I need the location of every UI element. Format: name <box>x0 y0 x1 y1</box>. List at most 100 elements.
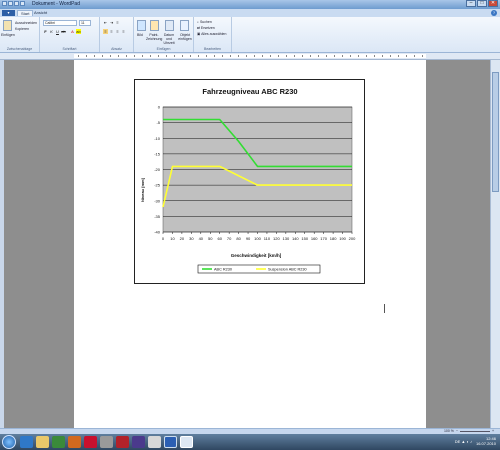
minimize-button[interactable]: – <box>466 0 476 7</box>
start-button[interactable] <box>2 435 16 449</box>
insert-object-button[interactable]: Objekt einfügen <box>177 33 193 41</box>
cut-button[interactable]: Ausschneiden <box>15 21 37 25</box>
ruler-tick <box>398 55 399 57</box>
ruler-tick <box>166 55 167 57</box>
insert-paint-button[interactable]: Paint-Zeichnung <box>146 33 162 41</box>
x-tick-label: 30 <box>189 236 194 241</box>
x-tick-label: 150 <box>301 236 308 241</box>
x-tick-label: 80 <box>236 236 241 241</box>
ruler-tick <box>174 55 175 57</box>
media-icon[interactable] <box>52 436 65 448</box>
help-icon[interactable]: ? <box>491 10 497 16</box>
font-color-icon[interactable]: A <box>70 29 75 34</box>
taskbar: DE ▲ ◐ ♪ 12:46 16.07.2010 <box>0 434 500 450</box>
group-label-clipboard: Zwischenablage <box>6 47 33 51</box>
app-menu-button[interactable]: ▾ <box>2 10 15 16</box>
app-icon-red[interactable] <box>116 436 129 448</box>
ruler-tick <box>126 55 127 57</box>
picture-icon[interactable] <box>137 20 146 31</box>
insert-picture-button[interactable]: Bild <box>137 33 143 37</box>
tab-ansicht[interactable]: Ansicht <box>31 10 50 16</box>
align-left-icon[interactable]: ≡ <box>103 29 108 34</box>
insert-datetime-button[interactable]: Datum und Uhrzeit <box>161 33 177 45</box>
ruler-tick <box>302 55 303 57</box>
wordpad-icon[interactable] <box>180 436 193 448</box>
indent-increase-icon[interactable]: ⇥ <box>109 20 114 25</box>
zoom-slider[interactable] <box>459 431 490 432</box>
justify-icon[interactable]: ≡ <box>121 29 126 34</box>
x-tick-label: 100 <box>254 236 261 241</box>
clock[interactable]: 12:46 16.07.2010 <box>476 436 496 446</box>
language-indicator[interactable]: DE <box>455 439 461 444</box>
font-family-select[interactable]: Calibri <box>43 20 77 26</box>
ruler-tick <box>414 55 415 57</box>
save-icon[interactable] <box>8 1 13 6</box>
acrobat-icon[interactable] <box>84 436 97 448</box>
find-label: Suchen <box>199 20 212 24</box>
bold-icon[interactable]: F <box>43 29 48 34</box>
close-button[interactable]: ✕ <box>488 0 498 7</box>
ruler-tick <box>158 55 159 57</box>
explorer-icon[interactable] <box>36 436 49 448</box>
y-tick-label: -35 <box>154 214 161 219</box>
firefox-icon[interactable] <box>68 436 81 448</box>
ruler-tick <box>390 55 391 57</box>
app-icon <box>2 1 7 6</box>
ie-icon[interactable] <box>20 436 33 448</box>
group-insert: Bild Paint-Zeichnung Datum und Uhrzeit O… <box>134 17 194 52</box>
group-label-paragraph: Absatz <box>111 47 122 51</box>
ruler[interactable] <box>0 53 500 60</box>
group-label-editing: Bearbeiten <box>204 47 221 51</box>
align-center-icon[interactable]: ≡ <box>109 29 114 34</box>
replace-button[interactable]: ⇄ Ersetzen <box>197 26 215 30</box>
chart-ylabel: Niveau [mm] <box>140 177 145 202</box>
italic-icon[interactable]: K <box>49 29 54 34</box>
ruler-tick <box>318 55 319 57</box>
paste-button[interactable]: Einfügen <box>1 33 15 37</box>
plot-area: 0-5-10-15-20-25-30-35-400 10 20 30 40 50 60 70 8… <box>154 105 356 242</box>
underline-icon[interactable]: U <box>55 29 60 34</box>
scrollbar-thumb[interactable] <box>492 72 499 192</box>
font-size-select[interactable]: 11 <box>79 20 91 26</box>
find-button[interactable]: ⌕ Suchen <box>197 20 212 24</box>
app-icon-light[interactable] <box>148 436 161 448</box>
chart-object[interactable]: Fahrzeugniveau ABC R230 Niveau [mm] Gesc… <box>134 79 365 284</box>
app-icon-gray[interactable] <box>100 436 113 448</box>
replace-icon: ⇄ <box>197 26 200 30</box>
x-tick-label: 170 <box>320 236 327 241</box>
x-tick-label: 70 <box>227 236 232 241</box>
word-icon[interactable] <box>164 436 177 448</box>
paste-icon[interactable] <box>3 20 12 31</box>
paint-icon[interactable] <box>150 20 159 31</box>
select-all-button[interactable]: ▣ Alles auswählen <box>197 32 226 36</box>
app-icon-purple[interactable] <box>132 436 145 448</box>
ruler-tick <box>206 55 207 57</box>
redo-icon[interactable] <box>20 1 25 6</box>
group-paragraph: ⇤ ⇥ ≡ ≡ ≡ ≡ ≡ Absatz <box>100 17 134 52</box>
ruler-tick <box>382 55 383 57</box>
indent-decrease-icon[interactable]: ⇤ <box>103 20 108 25</box>
y-tick-label: -15 <box>154 151 161 156</box>
tray-icons[interactable]: DE ▲ ◐ ♪ <box>455 439 472 444</box>
ruler-tick <box>102 55 103 57</box>
highlight-icon[interactable]: ab <box>76 29 81 34</box>
group-clipboard: Einfügen Ausschneiden Kopieren Zwischena… <box>0 17 40 52</box>
ruler-tick <box>118 55 119 57</box>
calendar-icon[interactable] <box>165 20 174 31</box>
x-tick-label: 20 <box>180 236 185 241</box>
copy-button[interactable]: Kopieren <box>15 27 29 31</box>
window-title: Dokument - WordPad <box>32 1 80 7</box>
ruler-tick <box>278 55 279 57</box>
vertical-scrollbar[interactable] <box>490 60 500 430</box>
list-icon[interactable]: ≡ <box>115 20 120 25</box>
undo-icon[interactable] <box>14 1 19 6</box>
y-tick-label: 0 <box>158 105 161 110</box>
strikethrough-icon[interactable]: ab <box>61 29 66 34</box>
x-tick-label: 160 <box>311 236 318 241</box>
clock-date: 16.07.2010 <box>475 441 496 446</box>
object-icon[interactable] <box>180 20 189 31</box>
ruler-bar <box>74 54 426 58</box>
align-right-icon[interactable]: ≡ <box>115 29 120 34</box>
maximize-button[interactable]: □ <box>477 0 487 7</box>
x-tick-label: 120 <box>273 236 280 241</box>
